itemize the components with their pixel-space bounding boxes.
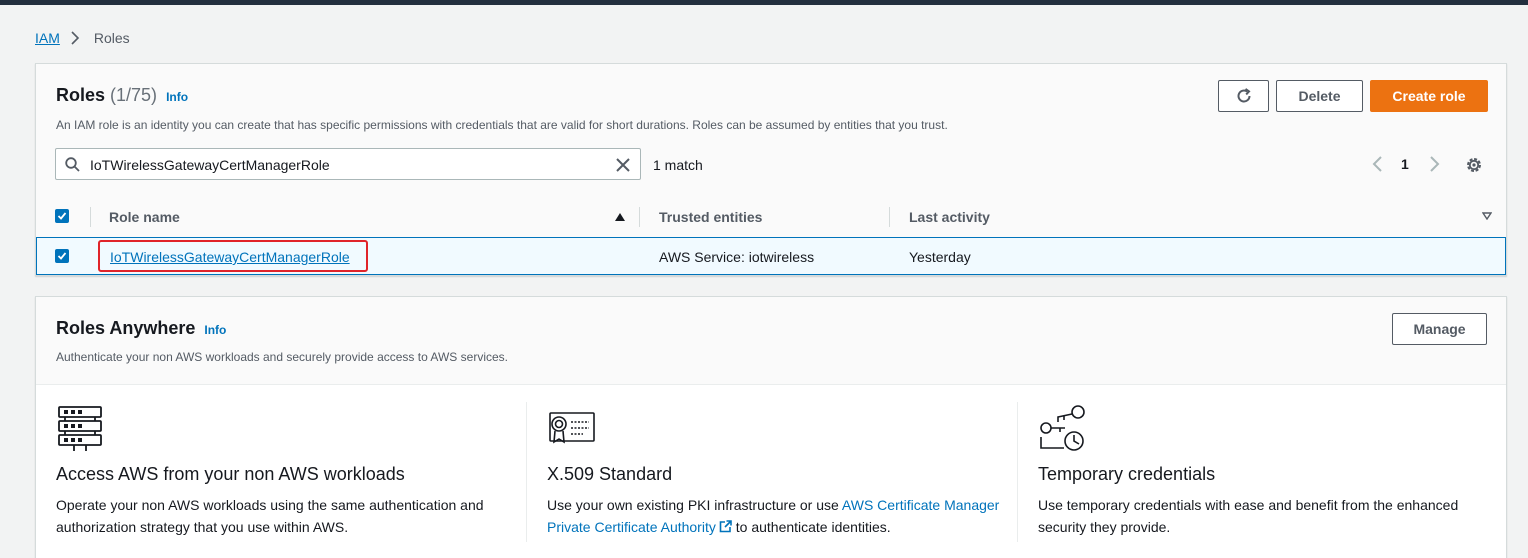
feature-text-after: to authenticate identities. bbox=[731, 519, 891, 535]
chevron-right-icon[interactable] bbox=[1426, 154, 1442, 174]
breadcrumb: IAM Roles bbox=[35, 29, 130, 47]
roles-panel: Roles (1/75) Info An IAM role is an iden… bbox=[35, 63, 1507, 276]
breadcrumb-iam-link[interactable]: IAM bbox=[35, 30, 60, 46]
chevron-right-icon bbox=[70, 31, 82, 45]
external-link-icon[interactable] bbox=[719, 520, 732, 533]
keys-clock-icon bbox=[1040, 405, 1085, 451]
feature-title: Access AWS from your non AWS workloads bbox=[56, 464, 405, 484]
last-activity-cell: Yesterday bbox=[909, 249, 971, 265]
feature-text: Operate your non AWS workloads using the… bbox=[56, 497, 484, 535]
manage-button[interactable]: Manage bbox=[1392, 313, 1487, 345]
breadcrumb-current: Roles bbox=[93, 30, 130, 46]
column-header-last-activity[interactable]: Last activity bbox=[909, 209, 990, 225]
column-header-trusted-entities[interactable]: Trusted entities bbox=[659, 209, 762, 225]
refresh-icon bbox=[1237, 88, 1251, 103]
page-number[interactable]: 1 bbox=[1401, 156, 1409, 172]
match-count: 1 match bbox=[653, 157, 703, 173]
sort-ascending-icon[interactable] bbox=[614, 212, 626, 222]
search-icon bbox=[65, 157, 80, 172]
column-divider bbox=[90, 207, 91, 227]
column-divider bbox=[526, 402, 527, 542]
roles-title-row: Roles (1/75) Info bbox=[56, 85, 188, 106]
feature-title: X.509 Standard bbox=[547, 464, 673, 484]
roles-anywhere-header bbox=[36, 297, 1506, 385]
search-value: IoTWirelessGatewayCertManagerRole bbox=[90, 157, 330, 173]
clear-icon[interactable] bbox=[614, 156, 632, 174]
search-input[interactable]: IoTWirelessGatewayCertManagerRole bbox=[55, 148, 641, 180]
column-divider bbox=[889, 207, 890, 227]
chevron-left-icon[interactable] bbox=[1370, 154, 1386, 174]
roles-info-link[interactable]: Info bbox=[166, 90, 188, 104]
roles-anywhere-title-row: Roles Anywhere Info bbox=[56, 318, 226, 339]
roles-title: Roles bbox=[56, 85, 106, 105]
roles-anywhere-info-link[interactable]: Info bbox=[204, 323, 226, 337]
roles-count: (1/75) bbox=[110, 85, 158, 105]
feature-text-before: Use your own existing PKI infrastructure… bbox=[547, 497, 842, 513]
top-navigation-bar bbox=[0, 0, 1528, 5]
role-name-link[interactable]: IoTWirelessGatewayCertManagerRole bbox=[110, 249, 350, 265]
select-all-checkbox[interactable] bbox=[55, 209, 69, 223]
trusted-entities-cell: AWS Service: iotwireless bbox=[659, 249, 815, 265]
gear-icon[interactable] bbox=[1464, 155, 1484, 175]
roles-anywhere-panel: Roles Anywhere Info Authenticate your no… bbox=[35, 296, 1507, 558]
column-divider bbox=[1017, 402, 1018, 542]
roles-description: An IAM role is an identity you can creat… bbox=[56, 118, 948, 132]
certificate-icon bbox=[549, 412, 595, 444]
column-divider bbox=[639, 207, 640, 227]
roles-anywhere-description: Authenticate your non AWS workloads and … bbox=[56, 350, 508, 364]
table-row[interactable]: IoTWirelessGatewayCertManagerRole AWS Se… bbox=[36, 237, 1506, 275]
feature-text: Use your own existing PKI infrastructure… bbox=[547, 494, 1017, 538]
row-checkbox[interactable] bbox=[55, 249, 69, 263]
feature-title: Temporary credentials bbox=[1038, 464, 1216, 484]
feature-text: Use temporary credentials with ease and … bbox=[1038, 497, 1459, 535]
delete-button[interactable]: Delete bbox=[1276, 80, 1363, 112]
check-icon bbox=[57, 252, 67, 260]
roles-anywhere-title: Roles Anywhere bbox=[56, 318, 196, 338]
check-icon bbox=[57, 212, 67, 220]
refresh-button[interactable] bbox=[1218, 80, 1269, 112]
column-header-role-name[interactable]: Role name bbox=[109, 209, 180, 225]
server-stack-icon bbox=[58, 406, 102, 451]
create-role-button[interactable]: Create role bbox=[1370, 80, 1488, 112]
caret-down-icon[interactable] bbox=[1482, 212, 1492, 220]
